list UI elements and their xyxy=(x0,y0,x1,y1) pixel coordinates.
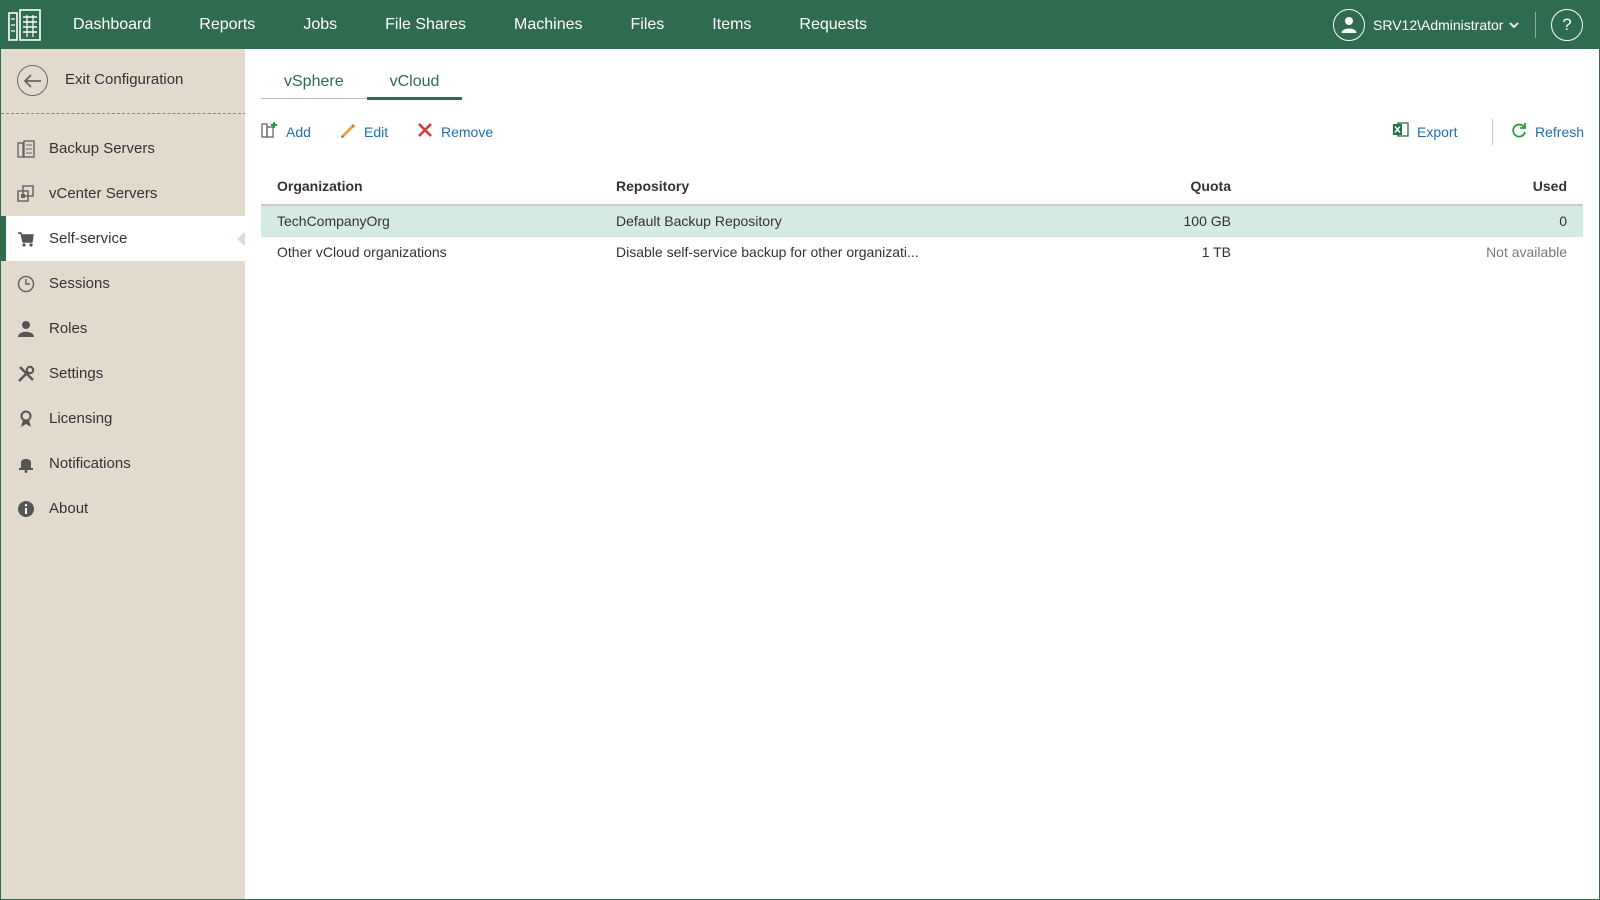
nav-items[interactable]: Items xyxy=(712,0,751,49)
sidebar-item-label: Backup Servers xyxy=(49,140,155,157)
column-header-used[interactable]: Used xyxy=(1533,178,1567,194)
pencil-icon xyxy=(339,121,356,143)
column-header-repository[interactable]: Repository xyxy=(616,178,689,194)
table-header: Organization Repository Quota Used xyxy=(261,167,1583,206)
close-icon xyxy=(417,122,433,143)
nav-machines[interactable]: Machines xyxy=(514,0,582,49)
bell-icon xyxy=(17,455,35,473)
sidebar-item-label: Sessions xyxy=(49,275,110,292)
exit-configuration-label: Exit Configuration xyxy=(65,71,184,88)
sidebar-item-label: Roles xyxy=(49,320,88,337)
wrench-icon xyxy=(17,365,35,383)
sidebar-item-settings[interactable]: Settings xyxy=(1,351,246,396)
app-logo-icon[interactable] xyxy=(8,9,42,41)
add-label: Add xyxy=(286,124,311,140)
refresh-button[interactable]: Refresh xyxy=(1511,121,1584,143)
user-avatar-icon xyxy=(1333,9,1365,41)
topbar-divider xyxy=(1535,12,1536,38)
nav-files[interactable]: Files xyxy=(631,0,665,49)
tab-vcloud[interactable]: vCloud xyxy=(366,69,463,100)
add-icon xyxy=(261,121,278,143)
add-button[interactable]: Add xyxy=(261,121,311,143)
tab-vsphere[interactable]: vSphere xyxy=(261,69,367,98)
toolbar-divider xyxy=(1492,119,1493,145)
main-nav: Dashboard Reports Jobs File Shares Machi… xyxy=(73,0,915,49)
sidebar-item-sessions[interactable]: Sessions xyxy=(1,261,246,306)
user-name: SRV12\Administrator xyxy=(1373,17,1504,33)
person-icon xyxy=(17,320,35,338)
sidebar-item-about[interactable]: About xyxy=(1,486,246,531)
refresh-label: Refresh xyxy=(1535,124,1585,140)
sidebar-item-self-service[interactable]: Self-service xyxy=(1,216,247,261)
license-icon xyxy=(17,410,35,428)
sidebar-item-label: About xyxy=(49,500,89,517)
sidebar-item-vcenter-servers[interactable]: vCenter Servers xyxy=(1,171,246,216)
info-icon xyxy=(17,500,35,518)
export-button[interactable]: Export xyxy=(1392,121,1457,143)
chevron-down-icon xyxy=(1509,16,1520,34)
repository-cell: Default Backup Repository xyxy=(616,213,782,229)
nav-requests[interactable]: Requests xyxy=(799,0,867,49)
nav-file-shares[interactable]: File Shares xyxy=(385,0,466,49)
nav-reports[interactable]: Reports xyxy=(199,0,255,49)
organization-cell: TechCompanyOrg xyxy=(277,213,390,229)
tab-bar: vSphere vCloud xyxy=(261,69,463,100)
backup-servers-icon xyxy=(17,140,35,158)
back-arrow-icon xyxy=(17,65,48,96)
sidebar-item-backup-servers[interactable]: Backup Servers xyxy=(1,126,246,171)
vcenter-servers-icon xyxy=(17,185,35,203)
main-content: vSphere vCloud Add Edit Remove Export Re… xyxy=(245,49,1600,900)
sidebar-item-roles[interactable]: Roles xyxy=(1,306,246,351)
clock-icon xyxy=(17,275,35,293)
edit-label: Edit xyxy=(364,124,389,140)
repository-cell: Disable self-service backup for other or… xyxy=(616,244,919,260)
sidebar-item-label: Settings xyxy=(49,365,104,382)
column-header-quota[interactable]: Quota xyxy=(1191,178,1231,194)
help-button[interactable]: ? xyxy=(1551,9,1583,41)
nav-jobs[interactable]: Jobs xyxy=(303,0,337,49)
exit-configuration-button[interactable]: Exit Configuration xyxy=(1,49,246,114)
excel-icon xyxy=(1392,121,1409,143)
organization-cell: Other vCloud organizations xyxy=(277,244,447,260)
nav-dashboard[interactable]: Dashboard xyxy=(73,0,151,49)
quota-cell: 1 TB xyxy=(1201,244,1231,260)
toolbar: Add Edit Remove Export Refresh xyxy=(261,119,1584,145)
sidebar-item-label: Licensing xyxy=(49,410,113,427)
organizations-table: Organization Repository Quota Used TechC… xyxy=(261,167,1583,268)
refresh-icon xyxy=(1511,122,1527,143)
remove-button[interactable]: Remove xyxy=(417,121,493,143)
edit-button[interactable]: Edit xyxy=(339,121,388,143)
sidebar-item-notifications[interactable]: Notifications xyxy=(1,441,246,486)
table-row[interactable]: TechCompanyOrg Default Backup Repository… xyxy=(261,206,1583,237)
used-cell: Not available xyxy=(1486,244,1567,260)
quota-cell: 100 GB xyxy=(1183,213,1231,229)
user-menu[interactable]: SRV12\Administrator xyxy=(1333,9,1520,41)
cart-icon xyxy=(17,230,35,248)
export-label: Export xyxy=(1417,124,1458,140)
remove-label: Remove xyxy=(441,124,494,140)
sidebar: Exit Configuration Backup Servers vCente… xyxy=(0,49,247,900)
table-row[interactable]: Other vCloud organizations Disable self-… xyxy=(261,237,1583,268)
sidebar-item-label: vCenter Servers xyxy=(49,185,158,202)
sidebar-item-licensing[interactable]: Licensing xyxy=(1,396,246,441)
used-cell: 0 xyxy=(1559,213,1567,229)
column-header-organization[interactable]: Organization xyxy=(277,178,363,194)
sidebar-item-label: Notifications xyxy=(49,455,131,472)
top-bar: Dashboard Reports Jobs File Shares Machi… xyxy=(0,0,1600,49)
sidebar-menu: Backup Servers vCenter Servers Self-serv… xyxy=(1,126,247,531)
sidebar-item-label: Self-service xyxy=(49,230,128,247)
